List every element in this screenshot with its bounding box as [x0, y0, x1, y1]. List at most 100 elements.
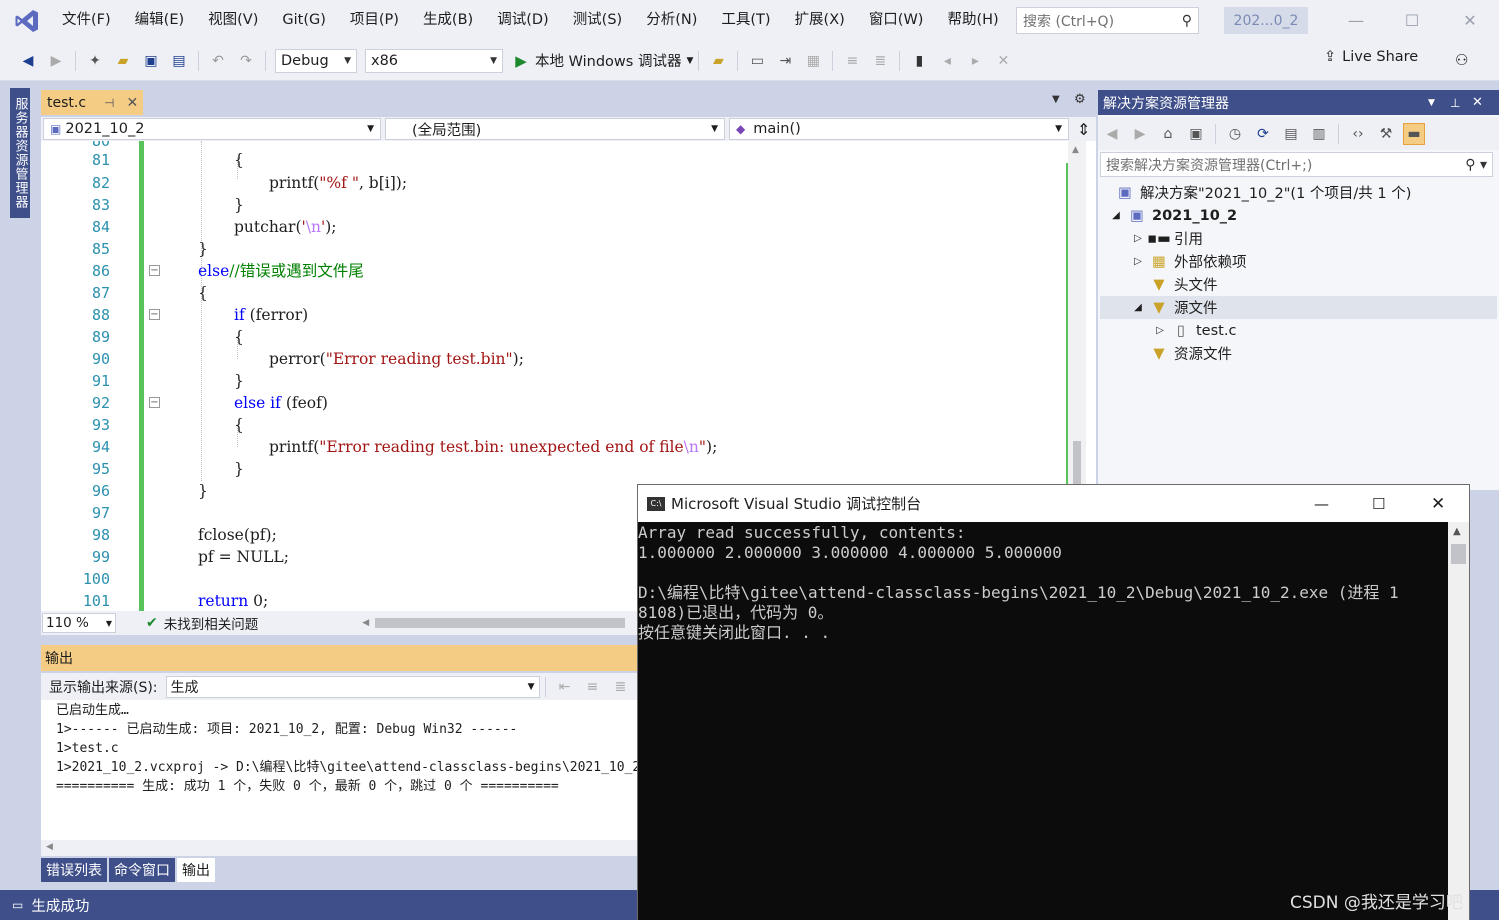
- start-debugging-icon[interactable]: ▶: [510, 50, 532, 72]
- menu-file[interactable]: 文件(F): [50, 0, 123, 41]
- back-icon[interactable]: ◀: [1101, 123, 1123, 145]
- scope-select[interactable]: (全局范围) ▼: [385, 118, 725, 140]
- hex-icon[interactable]: ▦: [802, 50, 824, 72]
- project-select[interactable]: ▣ 2021_10_2 ▼: [43, 118, 381, 140]
- view-code-icon[interactable]: ‹›: [1347, 123, 1369, 145]
- scroll-up-icon[interactable]: ▲: [1072, 145, 1079, 155]
- menu-tools[interactable]: 工具(T): [709, 0, 782, 41]
- output-source-select[interactable]: 生成 ▼: [165, 675, 540, 698]
- back-icon[interactable]: ◀: [17, 50, 39, 72]
- tree-source-files[interactable]: ◢ ▼ 源文件: [1100, 296, 1497, 319]
- find-in-files-icon[interactable]: ▰: [707, 50, 729, 72]
- settings-icon[interactable]: ⚙: [1074, 92, 1086, 107]
- search-input[interactable]: 搜索 (Ctrl+Q) ⚲: [1016, 7, 1199, 34]
- next-message-icon[interactable]: ≣: [610, 676, 632, 698]
- tab-error-list[interactable]: 错误列表: [41, 858, 107, 882]
- console-scrollbar[interactable]: ▲: [1448, 522, 1469, 920]
- dropdown-icon[interactable]: ▼: [1428, 98, 1435, 108]
- member-select[interactable]: ◆ main() ▼: [729, 118, 1069, 140]
- menu-git[interactable]: Git(G): [270, 0, 338, 41]
- start-debugging-button[interactable]: 本地 Windows 调试器: [535, 50, 681, 71]
- issues-status[interactable]: 未找到相关问题: [164, 613, 259, 633]
- pending-changes-icon[interactable]: ◷: [1224, 123, 1246, 145]
- next-bookmark-icon[interactable]: ▸: [964, 50, 986, 72]
- menu-extensions[interactable]: 扩展(X): [783, 0, 857, 41]
- collapsed-arrow-icon[interactable]: ▷: [1154, 325, 1166, 336]
- menu-debug[interactable]: 调试(D): [485, 0, 560, 41]
- zoom-select[interactable]: 110 % ▼: [42, 613, 116, 633]
- output-text[interactable]: 已启动生成… 1>------ 已启动生成: 项目: 2021_10_2, 配置…: [41, 700, 641, 845]
- show-all-files-icon[interactable]: ▥: [1308, 123, 1330, 145]
- platform-select[interactable]: x86 ▼: [365, 48, 503, 73]
- menu-view[interactable]: 视图(V): [196, 0, 270, 41]
- chevron-down-icon[interactable]: ▼: [686, 56, 693, 66]
- prev-bookmark-icon[interactable]: ◂: [936, 50, 958, 72]
- switch-views-icon[interactable]: ▣: [1185, 123, 1207, 145]
- tree-solution[interactable]: ▣ 解决方案"2021_10_2"(1 个项目/共 1 个): [1116, 181, 1411, 204]
- scroll-left-icon[interactable]: ◀: [46, 842, 53, 852]
- home-icon[interactable]: ⌂: [1157, 123, 1179, 145]
- menu-test[interactable]: 测试(S): [561, 0, 635, 41]
- fold-toggle-icon[interactable]: −: [149, 265, 160, 276]
- tree-test-c[interactable]: ▷ ▯ test.c: [1154, 319, 1236, 342]
- menu-edit[interactable]: 编辑(E): [123, 0, 196, 41]
- maximize-icon[interactable]: ☐: [1400, 8, 1424, 32]
- tree-references[interactable]: ▷ ▪▬ 引用: [1132, 227, 1203, 250]
- output-horizontal-scrollbar[interactable]: ◀: [41, 840, 641, 856]
- browser-icon[interactable]: ▭: [746, 50, 768, 72]
- fold-toggle-icon[interactable]: −: [149, 397, 160, 408]
- minimize-icon[interactable]: —: [1344, 8, 1368, 32]
- live-share-button[interactable]: ⇪ Live Share: [1324, 49, 1418, 65]
- scroll-up-icon[interactable]: ▲: [1453, 526, 1461, 537]
- collapsed-arrow-icon[interactable]: ▷: [1132, 233, 1144, 244]
- forward-icon[interactable]: ▶: [45, 50, 67, 72]
- fold-toggle-icon[interactable]: −: [149, 309, 160, 320]
- tab-command-window[interactable]: 命令窗口: [109, 858, 175, 882]
- collapse-all-icon[interactable]: ▤: [1280, 123, 1302, 145]
- tab-output[interactable]: 输出: [177, 858, 215, 882]
- prev-message-icon[interactable]: ≡: [582, 676, 604, 698]
- menu-help[interactable]: 帮助(H): [935, 0, 1010, 41]
- menu-analyze[interactable]: 分析(N): [634, 0, 709, 41]
- bookmark-icon[interactable]: ▮: [908, 50, 930, 72]
- refresh-icon[interactable]: ⟳: [1252, 123, 1274, 145]
- menu-build[interactable]: 生成(B): [411, 0, 485, 41]
- menu-project[interactable]: 项目(P): [338, 0, 411, 41]
- tree-external-deps[interactable]: ▷ ▦ 外部依赖项: [1132, 250, 1246, 273]
- server-explorer-tab[interactable]: 服务器资源管理器: [10, 88, 30, 218]
- collapsed-arrow-icon[interactable]: ▷: [1132, 256, 1144, 267]
- tree-header-files[interactable]: ▼ 头文件: [1150, 273, 1217, 296]
- pin-icon[interactable]: ⊥: [1450, 96, 1460, 110]
- tab-overflow-icon[interactable]: ▼: [1052, 94, 1060, 105]
- feedback-icon[interactable]: ⚇: [1455, 51, 1468, 69]
- preview-selected-icon[interactable]: ▬: [1403, 122, 1425, 145]
- console-output[interactable]: Array read successfully, contents: 1.000…: [638, 522, 1448, 920]
- save-all-icon[interactable]: ▤: [168, 50, 190, 72]
- find-message-icon[interactable]: ⇤: [554, 676, 576, 698]
- save-icon[interactable]: ▣: [140, 50, 162, 72]
- maximize-icon[interactable]: ☐: [1372, 495, 1385, 513]
- properties-icon[interactable]: ⚒: [1375, 123, 1397, 145]
- minimize-icon[interactable]: —: [1314, 495, 1329, 513]
- redo-icon[interactable]: ↷: [235, 50, 257, 72]
- horizontal-scroll-thumb[interactable]: [375, 618, 626, 628]
- tree-resource-files[interactable]: ▼ 资源文件: [1150, 342, 1232, 365]
- scroll-left-icon[interactable]: ◀: [362, 618, 369, 628]
- expanded-arrow-icon[interactable]: ◢: [1132, 302, 1144, 313]
- step-icon[interactable]: ⇥: [774, 50, 796, 72]
- clear-bookmarks-icon[interactable]: ✕: [992, 50, 1014, 72]
- split-icon[interactable]: ⇕: [1077, 120, 1090, 139]
- close-icon[interactable]: ✕: [1472, 95, 1483, 110]
- close-icon[interactable]: ✕: [1458, 8, 1482, 32]
- new-project-icon[interactable]: ✦: [84, 50, 106, 72]
- undo-icon[interactable]: ↶: [207, 50, 229, 72]
- configuration-select[interactable]: Debug ▼: [275, 48, 357, 73]
- menu-window[interactable]: 窗口(W): [857, 0, 936, 41]
- scroll-thumb[interactable]: [1451, 544, 1466, 564]
- close-icon[interactable]: ✕: [1431, 494, 1445, 514]
- expanded-arrow-icon[interactable]: ◢: [1110, 210, 1122, 221]
- forward-icon[interactable]: ▶: [1129, 123, 1151, 145]
- solution-search-input[interactable]: 搜索解决方案资源管理器(Ctrl+;) ⚲ ▾: [1100, 152, 1493, 177]
- open-file-icon[interactable]: ▰: [112, 50, 134, 72]
- close-tab-icon[interactable]: ✕: [127, 95, 139, 111]
